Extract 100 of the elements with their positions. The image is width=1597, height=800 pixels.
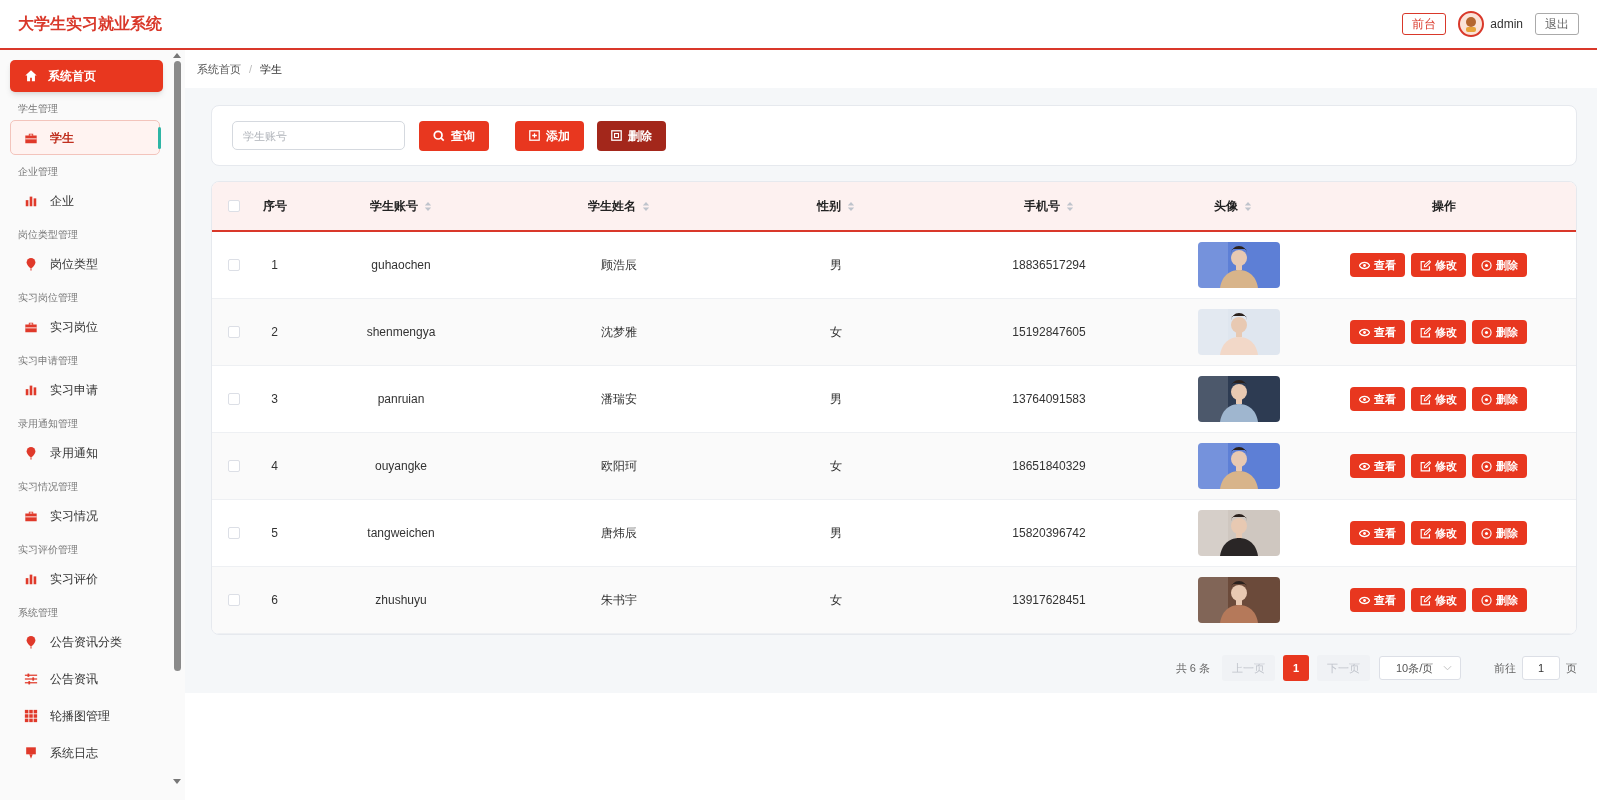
close-circle-icon — [1481, 460, 1492, 472]
search-field[interactable]: 学生账号 — [232, 121, 405, 150]
sort-icon[interactable] — [642, 200, 650, 212]
menu-group-title: 实习评价管理 — [17, 543, 79, 557]
sort-icon[interactable] — [847, 200, 855, 212]
column-header: 操作 — [1431, 198, 1456, 215]
table-cell-text: 13764091583 — [1012, 391, 1086, 408]
table-cell-text: 2 — [271, 324, 278, 341]
select-all-checkbox[interactable] — [228, 200, 240, 212]
row-checkbox[interactable] — [228, 326, 240, 338]
table-cell-text: 朱书宇 — [601, 592, 637, 609]
sidebar-item[interactable]: 实习情况 — [10, 498, 160, 533]
row-delete-button[interactable]: 删除 — [1472, 588, 1527, 612]
row-checkbox[interactable] — [228, 594, 240, 606]
row-checkbox[interactable] — [228, 460, 240, 472]
home-menu-item[interactable]: 系统首页 — [10, 60, 163, 92]
grid-icon — [24, 708, 38, 723]
sidebar-item[interactable]: 公告资讯分类 — [10, 624, 160, 659]
sliders-icon — [24, 671, 38, 686]
pin-icon — [24, 256, 38, 271]
table-cell-text: 5 — [271, 525, 278, 542]
column-header: 序号 — [262, 198, 287, 215]
sidebar-item[interactable]: 企业 — [10, 183, 160, 218]
view-button[interactable]: 查看 — [1350, 521, 1405, 545]
sidebar-item[interactable]: 录用通知 — [10, 435, 160, 470]
sort-icon[interactable] — [1244, 200, 1252, 212]
view-button[interactable]: 查看 — [1350, 588, 1405, 612]
column-header[interactable]: 头像 — [1214, 197, 1238, 215]
edit-icon — [1420, 393, 1431, 405]
pin-icon — [24, 445, 38, 460]
goto-label: 前往 — [1494, 660, 1516, 676]
view-button[interactable]: 查看 — [1350, 454, 1405, 478]
breadcrumb-item: 学生 — [260, 61, 283, 77]
row-delete-button[interactable]: 删除 — [1472, 521, 1527, 545]
close-circle-icon — [1481, 594, 1492, 606]
table-cell-text: guhaochen — [371, 257, 431, 274]
edit-button[interactable]: 修改 — [1411, 521, 1466, 545]
table-cell-text: 18836517294 — [1012, 257, 1086, 274]
goto-suffix: 页 — [1566, 660, 1577, 676]
sidebar-item[interactable]: 系统日志 — [10, 735, 160, 770]
sort-icon[interactable] — [424, 200, 432, 212]
column-header[interactable]: 学生账号 — [370, 197, 418, 215]
goto-page-field[interactable]: 1 — [1522, 656, 1560, 680]
table-cell-text: 女 — [830, 324, 842, 341]
search-button[interactable]: 查询 — [419, 120, 489, 151]
table-cell-text: 1 — [271, 257, 278, 274]
row-checkbox[interactable] — [228, 527, 240, 539]
edit-button[interactable]: 修改 — [1411, 454, 1466, 478]
breadcrumb-item[interactable]: 系统首页 — [197, 60, 241, 78]
sidebar-item[interactable]: 实习评价 — [10, 561, 160, 596]
table-cell-text: 男 — [830, 257, 842, 274]
table-cell-text: panruian — [377, 391, 425, 408]
row-delete-button[interactable]: 删除 — [1472, 253, 1527, 277]
eye-icon — [1359, 595, 1370, 605]
eye-icon — [1359, 461, 1370, 471]
user-avatar-icon[interactable] — [1458, 11, 1485, 37]
menu-group-title: 企业管理 — [17, 165, 59, 179]
total-count: 共 6 条 — [1175, 660, 1210, 676]
edit-icon — [1420, 594, 1431, 606]
menu-group-title: 录用通知管理 — [17, 417, 79, 431]
sidebar-item[interactable]: 轮播图管理 — [10, 698, 160, 733]
logout-button[interactable]: 退出 — [1535, 13, 1579, 35]
edit-button[interactable]: 修改 — [1411, 387, 1466, 411]
front-button[interactable]: 前台 — [1402, 13, 1447, 35]
page-size-select[interactable]: 10条/页 — [1379, 656, 1461, 680]
row-checkbox[interactable] — [228, 259, 240, 271]
column-header[interactable]: 手机号 — [1024, 197, 1060, 215]
edit-button[interactable]: 修改 — [1411, 320, 1466, 344]
app-title: 大学生实习就业系统 — [18, 14, 162, 34]
column-header[interactable]: 性别 — [817, 197, 841, 215]
edit-button[interactable]: 修改 — [1411, 588, 1466, 612]
row-delete-button[interactable]: 删除 — [1472, 320, 1527, 344]
menu-group-title: 岗位类型管理 — [17, 228, 79, 242]
sidebar-item[interactable]: 岗位类型 — [10, 246, 160, 281]
user-name[interactable]: admin — [1490, 15, 1523, 33]
menu-group-title: 学生管理 — [17, 102, 59, 116]
row-checkbox[interactable] — [228, 393, 240, 405]
add-button[interactable]: 添加 — [515, 120, 584, 151]
row-delete-button[interactable]: 删除 — [1472, 387, 1527, 411]
delete-button[interactable]: 删除 — [597, 120, 666, 151]
table-cell-text: 欧阳珂 — [601, 458, 637, 475]
row-delete-button[interactable]: 删除 — [1472, 454, 1527, 478]
breadcrumb-separator: / — [249, 61, 253, 77]
table-cell-text: 18651840329 — [1012, 458, 1086, 475]
sidebar-item[interactable]: 学生 — [10, 120, 160, 155]
sort-icon[interactable] — [1066, 200, 1074, 212]
sidebar-item[interactable]: 实习申请 — [10, 372, 160, 407]
view-button[interactable]: 查看 — [1350, 320, 1405, 344]
sidebar-item[interactable]: 实习岗位 — [10, 309, 160, 344]
table-cell-text: tangweichen — [367, 525, 435, 542]
view-button[interactable]: 查看 — [1350, 387, 1405, 411]
view-button[interactable]: 查看 — [1350, 253, 1405, 277]
table-cell-text: 女 — [830, 458, 842, 475]
edit-button[interactable]: 修改 — [1411, 253, 1466, 277]
eye-icon — [1359, 260, 1370, 270]
page-button[interactable]: 1 — [1283, 655, 1309, 681]
sidebar-item[interactable]: 公告资讯 — [10, 661, 160, 696]
column-header[interactable]: 学生姓名 — [588, 197, 636, 215]
pin-icon — [24, 634, 38, 649]
chevron-down-icon — [1443, 665, 1452, 671]
